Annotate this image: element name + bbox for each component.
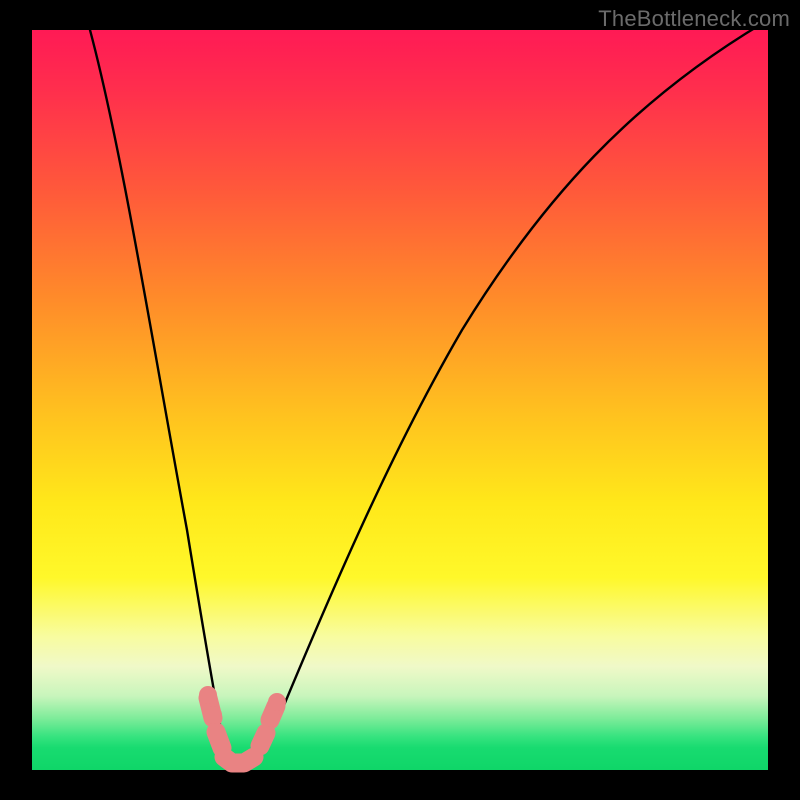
watermark-text: TheBottleneck.com	[598, 6, 790, 32]
marker-dot	[199, 686, 217, 704]
chart-frame: TheBottleneck.com	[0, 0, 800, 800]
marker-dot	[268, 693, 286, 711]
marker-dot	[262, 709, 280, 727]
plot-area	[32, 30, 768, 770]
curve-layer	[32, 30, 768, 770]
bottleneck-curve	[90, 20, 768, 767]
marker-dot	[204, 706, 222, 724]
